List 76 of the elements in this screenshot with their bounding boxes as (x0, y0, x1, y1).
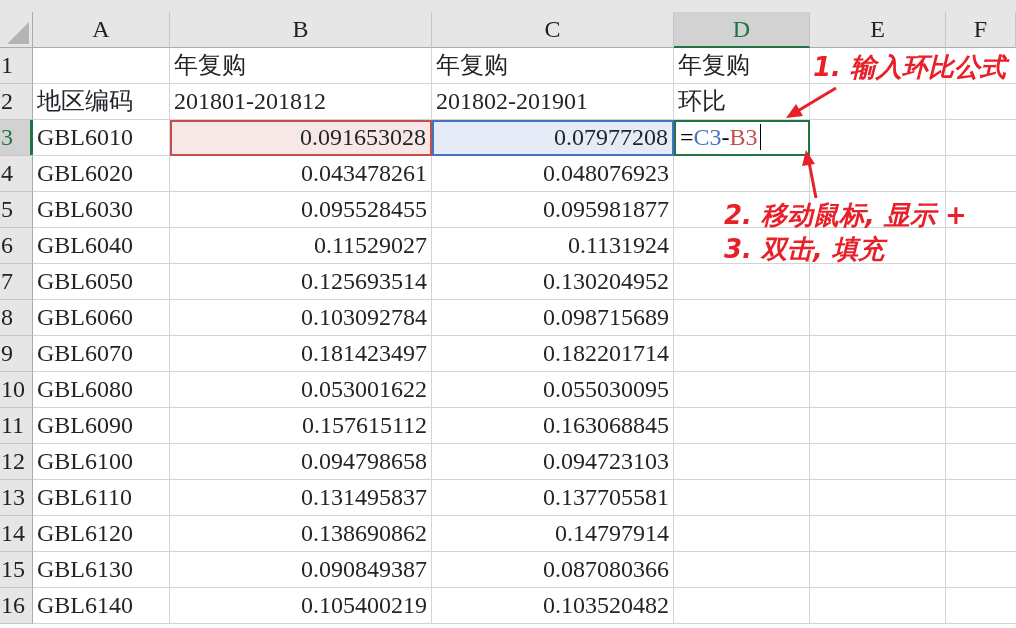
row-header[interactable]: 1 (0, 48, 33, 84)
column-header[interactable]: F (946, 12, 1016, 48)
row-header[interactable]: 13 (0, 480, 33, 516)
row-header[interactable]: 11 (0, 408, 33, 444)
table-cell[interactable]: 0.163068845 (432, 408, 674, 444)
table-cell[interactable]: 年复购 (432, 48, 674, 84)
column-header[interactable]: A (33, 12, 170, 48)
table-cell[interactable]: 0.07977208 (432, 120, 674, 156)
table-cell[interactable]: 0.087080366 (432, 552, 674, 588)
row-header[interactable]: 10 (0, 372, 33, 408)
select-all-button[interactable] (0, 12, 33, 48)
row-header[interactable]: 4 (0, 156, 33, 192)
table-cell[interactable]: 201802-201901 (432, 84, 674, 120)
table-cell[interactable]: 0.137705581 (432, 480, 674, 516)
table-cell[interactable]: 0.11529027 (170, 228, 432, 264)
table-cell[interactable]: 201801-201812 (170, 84, 432, 120)
table-cell[interactable]: 0.094798658 (170, 444, 432, 480)
table-cell[interactable]: 0.1131924 (432, 228, 674, 264)
row-header[interactable]: 6 (0, 228, 33, 264)
table-cell[interactable]: GBL6020 (33, 156, 170, 192)
row-header[interactable]: 3 (0, 120, 33, 156)
table-cell[interactable]: GBL6130 (33, 552, 170, 588)
column-header[interactable]: C (432, 12, 674, 48)
table-cell[interactable]: 0.103520482 (432, 588, 674, 624)
table-cell[interactable]: 0.138690862 (170, 516, 432, 552)
table-cell[interactable]: 0.157615112 (170, 408, 432, 444)
table-cell[interactable]: GBL6110 (33, 480, 170, 516)
table-cell[interactable]: 0.182201714 (432, 336, 674, 372)
table-cell[interactable]: 0.125693514 (170, 264, 432, 300)
table-cell[interactable]: 0.095528455 (170, 192, 432, 228)
table-cell[interactable]: GBL6060 (33, 300, 170, 336)
table-cell[interactable]: GBL6080 (33, 372, 170, 408)
table-cell[interactable]: 0.181423497 (170, 336, 432, 372)
table-cell[interactable]: 0.055030095 (432, 372, 674, 408)
row-header[interactable]: 14 (0, 516, 33, 552)
table-cell[interactable]: GBL6030 (33, 192, 170, 228)
table-cell[interactable]: 0.098715689 (432, 300, 674, 336)
table-cell[interactable]: 0.094723103 (432, 444, 674, 480)
row-header[interactable]: 9 (0, 336, 33, 372)
row-header[interactable]: 15 (0, 552, 33, 588)
column-header[interactable]: D (674, 12, 810, 48)
formula-text[interactable]: =C3-B3 (680, 124, 761, 150)
column-header[interactable]: E (810, 12, 946, 48)
table-cell[interactable]: 0.095981877 (432, 192, 674, 228)
table-cell[interactable]: GBL6040 (33, 228, 170, 264)
table-cell[interactable]: 0.131495837 (170, 480, 432, 516)
table-cell[interactable]: GBL6100 (33, 444, 170, 480)
row-header[interactable]: 8 (0, 300, 33, 336)
table-cell[interactable]: 0.14797914 (432, 516, 674, 552)
table-cell[interactable]: =C3-B3 (674, 120, 810, 156)
table-cell[interactable]: 0.130204952 (432, 264, 674, 300)
table-cell[interactable]: 0.105400219 (170, 588, 432, 624)
table-cell[interactable]: GBL6010 (33, 120, 170, 156)
table-cell[interactable]: 地区编码 (33, 84, 170, 120)
table-cell[interactable]: GBL6090 (33, 408, 170, 444)
row-header[interactable]: 5 (0, 192, 33, 228)
annotation-arrow (802, 150, 818, 199)
row-header[interactable]: 7 (0, 264, 33, 300)
table-cell[interactable]: 0.103092784 (170, 300, 432, 336)
table-cell[interactable]: 0.090849387 (170, 552, 432, 588)
table-cell[interactable]: 0.091653028 (170, 120, 432, 156)
row-header[interactable]: 16 (0, 588, 33, 624)
annotation-text: 2. 移动鼠标, 显示 + (724, 200, 967, 230)
annotation-arrow (786, 86, 837, 118)
column-header[interactable]: B (170, 12, 432, 48)
table-cell[interactable]: GBL6140 (33, 588, 170, 624)
row-header[interactable]: 12 (0, 444, 33, 480)
table-cell[interactable]: GBL6120 (33, 516, 170, 552)
table-cell[interactable]: GBL6070 (33, 336, 170, 372)
table-cell[interactable]: 0.053001622 (170, 372, 432, 408)
table-cell[interactable]: 年复购 (674, 48, 810, 84)
table-cell[interactable]: 0.043478261 (170, 156, 432, 192)
table-cell[interactable]: 年复购 (170, 48, 432, 84)
table-cell[interactable]: 0.048076923 (432, 156, 674, 192)
table-cell[interactable]: GBL6050 (33, 264, 170, 300)
row-header[interactable]: 2 (0, 84, 33, 120)
